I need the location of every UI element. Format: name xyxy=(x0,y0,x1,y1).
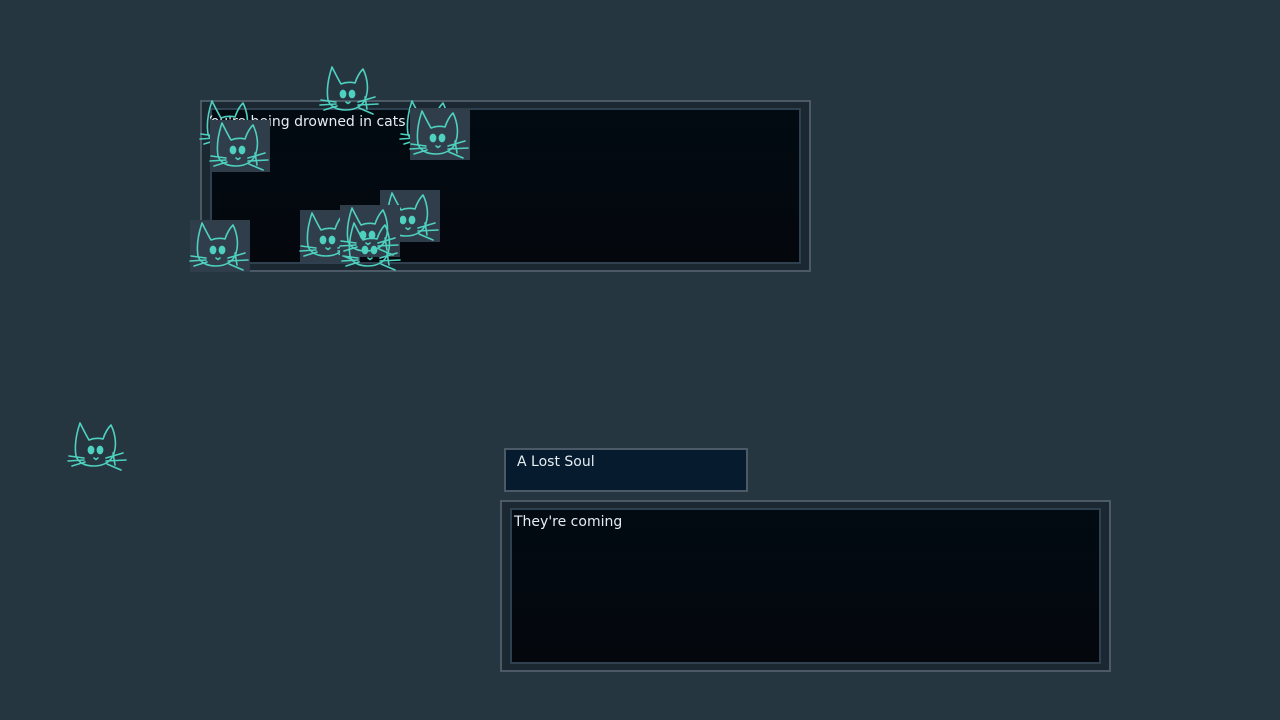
cat-face-icon xyxy=(409,108,470,160)
speaker-name: A Lost Soul xyxy=(517,454,595,470)
narration-panel: You're being drowned in cats xyxy=(200,100,811,272)
dialogue-text: They're coming xyxy=(514,514,623,530)
cat-face-icon xyxy=(319,64,380,116)
cat-face-icon xyxy=(189,220,250,272)
cat-face-icon xyxy=(209,120,270,172)
dialogue-panel-inner: They're coming xyxy=(510,508,1101,664)
cat-face-icon xyxy=(341,220,402,272)
narration-panel-inner: You're being drowned in cats xyxy=(210,108,801,264)
dialogue-panel[interactable]: They're coming xyxy=(500,500,1111,672)
speaker-name-box: A Lost Soul xyxy=(504,448,748,492)
game-stage: You're being drowned in cats A Lost Soul… xyxy=(0,0,1280,720)
cat-face-icon xyxy=(67,420,128,472)
